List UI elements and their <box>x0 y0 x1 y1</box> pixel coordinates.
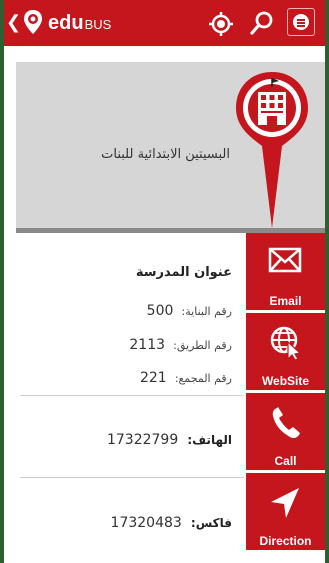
menu-button[interactable] <box>287 8 315 36</box>
direction-button[interactable]: Direction <box>246 473 325 550</box>
navigation-arrow-icon <box>271 488 299 518</box>
call-button[interactable]: Call <box>246 393 325 470</box>
menu-line <box>297 25 305 27</box>
phone-value[interactable]: 17322799 <box>107 432 178 448</box>
app-screen: ❮ eduBUS البسيتين الابتدائية للبنات عنوا… <box>4 0 325 563</box>
school-header-card: البسيتين الابتدائية للبنات <box>16 62 325 230</box>
email-button[interactable]: Email <box>246 233 325 310</box>
menu-line <box>297 22 305 24</box>
building-value: 500 <box>146 303 174 319</box>
brand-sub: BUS <box>84 17 112 32</box>
brand-logo: eduBUS <box>48 12 111 35</box>
address-title: عنوان المدرسة <box>135 265 232 280</box>
envelope-icon <box>268 247 302 273</box>
school-name: البسيتين الابتدائية للبنات <box>101 147 230 162</box>
logo-pin-icon <box>24 10 42 34</box>
website-button[interactable]: WebSite <box>246 313 325 390</box>
road-value: 2113 <box>129 337 166 353</box>
road-number-row: رقم الطريق: 2113 <box>129 337 232 353</box>
phone-row[interactable]: الهاتف: 17322799 <box>107 429 232 448</box>
building-number-row: رقم البناية: 500 <box>147 303 232 319</box>
block-label: رقم المجمع: <box>174 372 232 385</box>
block-value: 221 <box>139 370 167 386</box>
email-label: Email <box>269 294 302 308</box>
top-bar: ❮ eduBUS <box>4 0 325 46</box>
phone-icon <box>272 407 300 439</box>
back-icon[interactable]: ❮ <box>6 12 21 33</box>
fax-label: فاكس: <box>190 516 232 530</box>
divider <box>20 477 244 478</box>
globe-cursor-icon <box>270 326 302 361</box>
search-icon[interactable] <box>249 10 275 36</box>
menu-line <box>297 19 305 21</box>
road-label: رقم الطريق: <box>173 339 232 352</box>
location-target-icon[interactable] <box>208 11 234 37</box>
call-label: Call <box>274 454 297 468</box>
fax-row: فاكس: 17320483 <box>111 512 232 531</box>
block-number-row: رقم المجمع: 221 <box>140 370 232 386</box>
website-label: WebSite <box>261 374 310 388</box>
school-pin-icon <box>236 72 308 228</box>
brand-main: edu <box>48 12 84 34</box>
fax-value: 17320483 <box>110 515 182 531</box>
building-label: رقم البناية: <box>181 305 232 318</box>
divider <box>20 395 244 396</box>
direction-label: Direction <box>259 534 312 548</box>
phone-label: الهاتف: <box>187 433 232 447</box>
